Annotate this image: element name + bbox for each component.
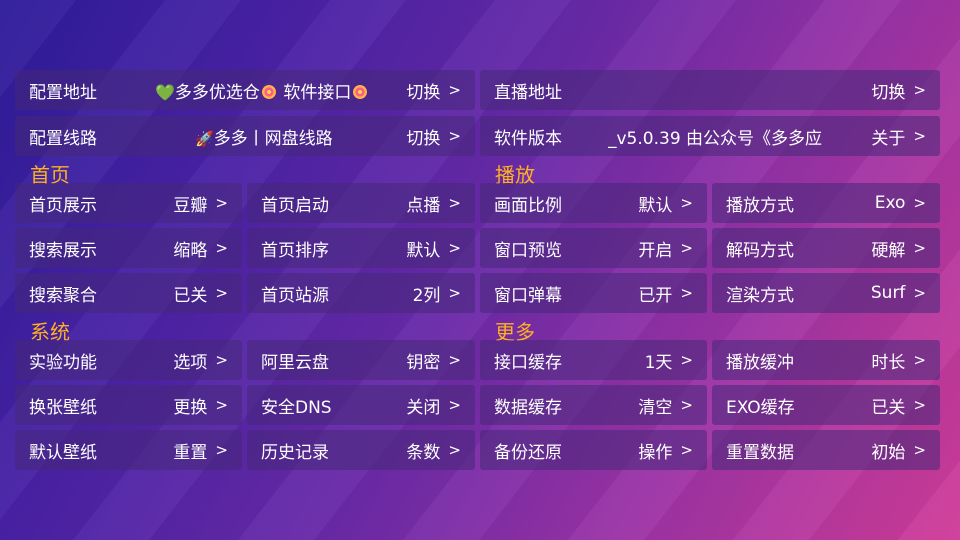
setting-history[interactable]: 历史记录 条数 > <box>247 430 475 470</box>
config-url-label: 配置地址 <box>29 82 97 103</box>
chevron-right-icon: > <box>448 81 461 99</box>
chevron-right-icon: > <box>215 194 228 212</box>
chevron-right-icon: > <box>913 239 926 257</box>
chevron-right-icon: > <box>215 351 228 369</box>
chevron-right-icon: > <box>680 351 693 369</box>
config-url-row[interactable]: 配置地址 💚多多优选仓 软件接口 切换 > <box>15 70 475 110</box>
chevron-right-icon: > <box>680 239 693 257</box>
config-route-value: 🚀多多丨网盘线路 <box>195 128 333 149</box>
chevron-right-icon: > <box>913 396 926 414</box>
chevron-right-icon: > <box>913 284 926 302</box>
setting-home-display[interactable]: 首页展示 豆瓣 > <box>15 183 242 223</box>
chevron-right-icon: > <box>680 284 693 302</box>
live-url-row[interactable]: 直播地址 切换 > <box>480 70 940 110</box>
setting-search-display[interactable]: 搜索展示 缩略 > <box>15 228 242 268</box>
chevron-right-icon: > <box>448 127 461 145</box>
setting-exo-cache[interactable]: EXO缓存 已关 > <box>712 385 940 425</box>
setting-window-preview[interactable]: 窗口预览 开启 > <box>480 228 707 268</box>
chevron-right-icon: > <box>913 127 926 145</box>
chevron-right-icon: > <box>680 396 693 414</box>
about-button[interactable]: 关于 > <box>871 124 926 149</box>
chevron-right-icon: > <box>913 441 926 459</box>
setting-default-wallpaper[interactable]: 默认壁纸 重置 > <box>15 430 242 470</box>
setting-search-aggregate[interactable]: 搜索聚合 已关 > <box>15 273 242 313</box>
chevron-right-icon: > <box>448 441 461 459</box>
chevron-right-icon: > <box>680 194 693 212</box>
setting-aspect-ratio[interactable]: 画面比例 默认 > <box>480 183 707 223</box>
chevron-right-icon: > <box>913 194 926 212</box>
chevron-right-icon: > <box>448 194 461 212</box>
chevron-right-icon: > <box>215 441 228 459</box>
live-url-switch[interactable]: 切换 > <box>871 78 926 103</box>
chevron-right-icon: > <box>215 239 228 257</box>
config-route-row[interactable]: 配置线路 🚀多多丨网盘线路 切换 > <box>15 116 475 156</box>
config-route-label: 配置线路 <box>29 128 97 149</box>
setting-backup-restore[interactable]: 备份还原 操作 > <box>480 430 707 470</box>
setting-change-wallpaper[interactable]: 换张壁纸 更换 > <box>15 385 242 425</box>
setting-reset-data[interactable]: 重置数据 初始 > <box>712 430 940 470</box>
chevron-right-icon: > <box>448 239 461 257</box>
chevron-right-icon: > <box>448 396 461 414</box>
app-version-value: _v5.0.39 由公众号《多多应 <box>608 128 823 149</box>
app-version-row[interactable]: 软件版本 _v5.0.39 由公众号《多多应 关于 > <box>480 116 940 156</box>
config-route-switch[interactable]: 切换 > <box>406 124 461 149</box>
chevron-right-icon: > <box>680 441 693 459</box>
setting-decode-mode[interactable]: 解码方式 硬解 > <box>712 228 940 268</box>
setting-api-cache[interactable]: 接口缓存 1天 > <box>480 340 707 380</box>
setting-home-startup[interactable]: 首页启动 点播 > <box>247 183 475 223</box>
setting-play-buffer[interactable]: 播放缓冲 时长 > <box>712 340 940 380</box>
chevron-right-icon: > <box>913 351 926 369</box>
config-url-value: 💚多多优选仓 软件接口 <box>155 78 369 103</box>
chevron-right-icon: > <box>215 284 228 302</box>
chevron-right-icon: > <box>448 284 461 302</box>
setting-player-mode[interactable]: 播放方式 Exo > <box>712 183 940 223</box>
live-url-label: 直播地址 <box>494 82 562 103</box>
chevron-right-icon: > <box>913 81 926 99</box>
config-url-switch[interactable]: 切换 > <box>406 78 461 103</box>
setting-experimental[interactable]: 实验功能 选项 > <box>15 340 242 380</box>
setting-home-sort[interactable]: 首页排序 默认 > <box>247 228 475 268</box>
setting-aliyun-drive[interactable]: 阿里云盘 钥密 > <box>247 340 475 380</box>
heart-icon: 💚 <box>155 82 175 102</box>
rocket-icon: 🚀 <box>195 129 214 148</box>
chevron-right-icon: > <box>448 351 461 369</box>
setting-secure-dns[interactable]: 安全DNS 关闭 > <box>247 385 475 425</box>
lollipop-icon <box>353 84 368 99</box>
setting-render-mode[interactable]: 渲染方式 Surf > <box>712 273 940 313</box>
setting-window-danmaku[interactable]: 窗口弹幕 已开 > <box>480 273 707 313</box>
setting-data-cache[interactable]: 数据缓存 清空 > <box>480 385 707 425</box>
setting-home-source[interactable]: 首页站源 2列 > <box>247 273 475 313</box>
chevron-right-icon: > <box>215 396 228 414</box>
app-version-label: 软件版本 <box>494 128 562 149</box>
lollipop-icon <box>261 84 276 99</box>
